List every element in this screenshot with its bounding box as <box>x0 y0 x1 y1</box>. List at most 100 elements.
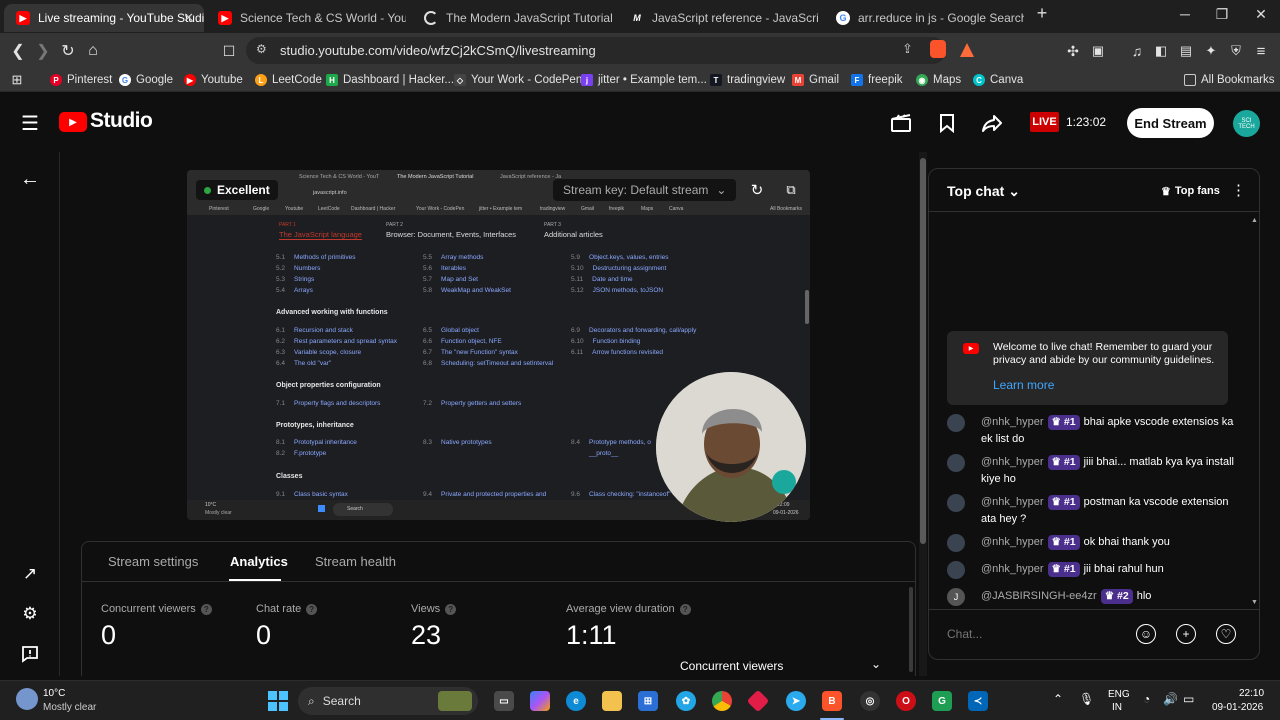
chat-input[interactable] <box>947 620 1127 648</box>
youtube-logo-icon[interactable]: ▶ <box>59 112 87 132</box>
grammarly-icon[interactable]: G <box>932 691 952 711</box>
vpn-icon[interactable]: ⛨ <box>1225 40 1247 62</box>
bookmark-codepen[interactable]: ◇ Your Work - CodePen <box>454 71 582 89</box>
red-diamond-app-icon[interactable] <box>746 689 770 713</box>
sidebar-icon[interactable]: ◧ <box>1150 40 1172 62</box>
bookmark-pinterest[interactable]: P Pinterest <box>50 71 112 89</box>
reload-icon[interactable]: ↻ <box>57 40 79 62</box>
chat-author[interactable]: @nhk_hyper <box>981 456 1044 468</box>
bookmark-page-icon[interactable]: ☐ <box>218 40 240 62</box>
panel-scrollbar[interactable] <box>909 587 913 672</box>
chat-author[interactable]: @JASBIRSINGH-ee4zr <box>981 590 1097 602</box>
extensions-icon[interactable]: ✣ <box>1062 40 1084 62</box>
screenshot-icon[interactable]: ▣ <box>1087 40 1109 62</box>
microsoft-store-icon[interactable]: ⊞ <box>638 691 658 711</box>
share-arrow-icon[interactable] <box>981 112 1003 134</box>
save-bookmark-icon[interactable] <box>936 112 958 134</box>
bookmark-jitter[interactable]: j jitter • Example tem... <box>581 71 707 89</box>
task-view-icon[interactable]: ▭ <box>494 691 514 711</box>
windows-start-icon[interactable] <box>268 691 288 711</box>
leo-ai-icon[interactable]: ✦ <box>1200 40 1222 62</box>
add-icon[interactable]: + <box>1176 624 1196 644</box>
help-icon[interactable]: ? <box>445 603 457 615</box>
tab-live-streaming[interactable]: ▶ Live streaming - YouTube Studio ✕ <box>4 4 204 32</box>
studio-logo-text[interactable]: Studio <box>90 109 153 133</box>
feedback-icon[interactable] <box>19 643 41 665</box>
main-scrollbar-thumb[interactable] <box>920 158 926 544</box>
bookmark-hackerrank[interactable]: H Dashboard | Hacker... <box>326 71 454 89</box>
tab-analytics[interactable]: Analytics <box>230 554 288 569</box>
share-icon[interactable]: ⇪ <box>902 41 913 57</box>
address-bar[interactable]: ⚙ studio.youtube.com/video/wfzCj2kCSmQ/l… <box>246 37 946 64</box>
brave-rewards-icon[interactable] <box>960 43 974 57</box>
apps-grid-icon[interactable]: ⊞ <box>6 69 28 91</box>
external-link-icon[interactable]: ↗ <box>19 563 41 585</box>
show-hidden-icons-icon[interactable]: ⌃ <box>1053 692 1063 706</box>
site-info-icon[interactable]: ⚙ <box>256 42 267 56</box>
tab-google-search[interactable]: G arr.reduce in js - Google Search <box>824 4 1024 32</box>
media-controls-icon[interactable]: ♫ <box>1126 40 1148 62</box>
chevron-down-icon[interactable]: ⌄ <box>871 657 881 671</box>
more-options-icon[interactable]: ⋮ <box>1231 181 1246 199</box>
chat-mode-dropdown[interactable]: Top chat ⌄ <box>947 183 1020 200</box>
close-tab-icon[interactable]: ✕ <box>183 10 194 26</box>
volume-icon[interactable]: 🔊 <box>1163 692 1178 706</box>
refresh-preview-icon[interactable]: ↻ <box>748 181 766 199</box>
tab-js-tutorial[interactable]: The Modern JavaScript Tutorial <box>412 4 612 32</box>
chat-author[interactable]: @nhk_hyper <box>981 496 1044 508</box>
back-arrow-icon[interactable]: ← <box>19 168 41 190</box>
avatar[interactable]: SCI TECH <box>1233 110 1260 137</box>
chat-scrollbar[interactable]: ▲ ▼ <box>1251 217 1258 607</box>
new-tab-icon[interactable]: + <box>1022 3 1062 24</box>
minimize-icon[interactable]: ─ <box>1165 6 1205 22</box>
battery-icon[interactable]: ▭ <box>1183 692 1194 706</box>
bookmark-leetcode[interactable]: L LeetCode <box>255 71 322 89</box>
main-scrollbar[interactable] <box>919 152 927 676</box>
bookmark-gmail[interactable]: M Gmail <box>792 71 839 89</box>
tab-stream-settings[interactable]: Stream settings <box>108 554 198 569</box>
forward-icon[interactable]: ❯ <box>32 40 54 62</box>
edge-icon[interactable]: e <box>566 691 586 711</box>
url-text[interactable]: studio.youtube.com/video/wfzCj2kCSmQ/liv… <box>280 43 596 58</box>
bookmark-maps[interactable]: ◉ Maps <box>916 71 961 89</box>
stream-key-dropdown[interactable]: Stream key: Default stream ⌄ <box>553 179 737 201</box>
obs-icon[interactable]: ◎ <box>860 691 880 711</box>
tab-stream-health[interactable]: Stream health <box>315 554 396 569</box>
scroll-down-icon[interactable]: ▼ <box>1251 599 1258 606</box>
bookmark-google[interactable]: G Google <box>119 71 173 89</box>
hamburger-menu-icon[interactable]: ☰ <box>19 112 41 135</box>
heart-icon[interactable]: ♡ <box>1216 624 1236 644</box>
help-icon[interactable]: ? <box>200 603 212 615</box>
copilot-icon[interactable] <box>530 691 550 711</box>
tab-youtube-channel[interactable]: ▶ Science Tech & CS World - YouTube <box>206 4 406 32</box>
maximize-icon[interactable]: ❐ <box>1202 6 1242 23</box>
chat-author[interactable]: @nhk_hyper <box>981 536 1044 548</box>
vscode-icon[interactable]: ≺ <box>968 691 988 711</box>
chat-author[interactable]: @nhk_hyper <box>981 416 1044 428</box>
scroll-up-icon[interactable]: ▲ <box>1251 217 1258 224</box>
bookmark-youtube[interactable]: ▶ Youtube <box>184 71 243 89</box>
weather-icon[interactable] <box>16 688 38 710</box>
weather-temp[interactable]: 10°C <box>43 688 65 699</box>
bookmark-freepik[interactable]: Ffreepik <box>851 71 903 89</box>
language-label[interactable]: ENG <box>1108 689 1130 700</box>
home-icon[interactable]: ⌂ <box>82 40 104 62</box>
top-fans-button[interactable]: ♛ Top fans <box>1155 181 1226 201</box>
file-explorer-icon[interactable] <box>602 691 622 711</box>
brave-shields-icon[interactable] <box>930 40 946 58</box>
menu-icon[interactable]: ≡ <box>1250 40 1272 62</box>
bookmark-canva[interactable]: C Canva <box>973 71 1023 89</box>
chrome-icon[interactable] <box>712 691 732 711</box>
help-icon[interactable]: ? <box>306 603 318 615</box>
wallet-icon[interactable]: ▤ <box>1175 40 1197 62</box>
back-icon[interactable]: ❮ <box>7 40 29 62</box>
bookmark-tradingview[interactable]: Ttradingview <box>710 71 785 89</box>
language-region[interactable]: IN <box>1112 702 1122 713</box>
microphone-icon[interactable]: 🎙 <box>1079 692 1094 706</box>
chatgpt-icon[interactable]: ✿ <box>676 691 696 711</box>
chat-author[interactable]: @nhk_hyper <box>981 563 1044 575</box>
telegram-icon[interactable]: ➤ <box>786 691 806 711</box>
clock-date[interactable]: 09-01-2026 <box>1212 702 1263 713</box>
popout-icon[interactable]: ⧉ <box>782 181 800 199</box>
close-window-icon[interactable]: ✕ <box>1241 6 1280 23</box>
